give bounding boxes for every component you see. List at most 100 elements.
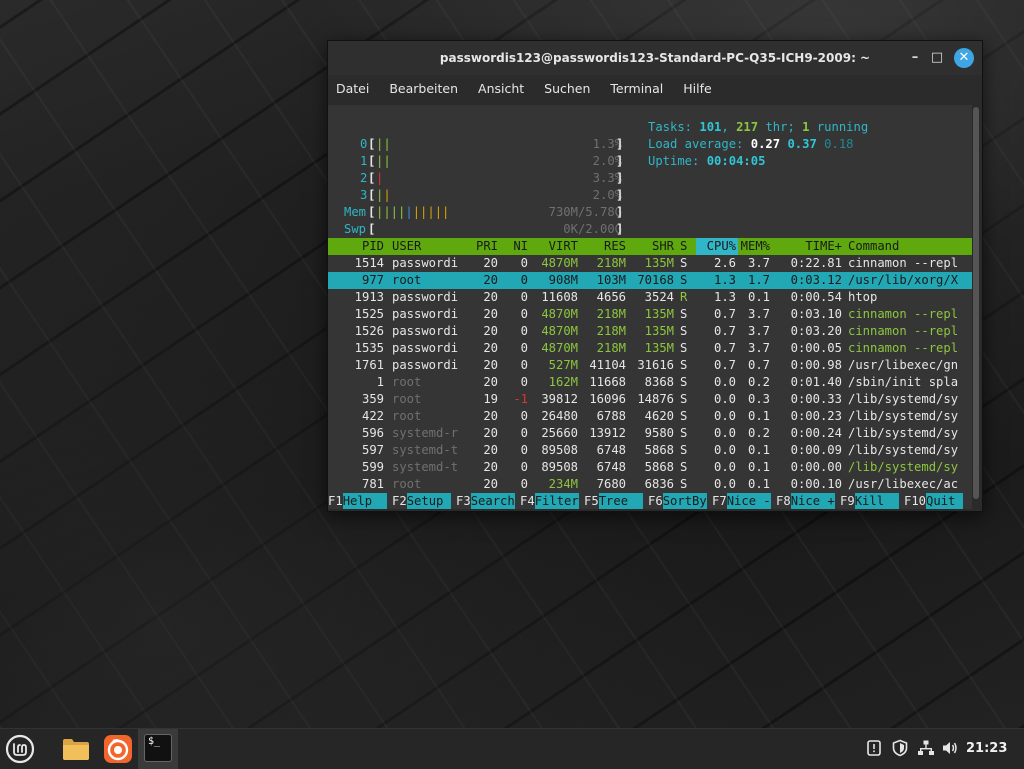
col-pri[interactable]: PRI <box>468 238 498 255</box>
terminal-window[interactable]: passwordis123@passwordis123-Standard-PC-… <box>327 40 983 512</box>
fkey-label: Search <box>470 493 515 509</box>
col-time[interactable]: TIME+ <box>770 238 842 255</box>
table-row[interactable]: 1761 passwordi 20 0 527M 41104 31616 S 0.7 0.7 0:0… <box>328 357 972 374</box>
cell-ni: 0 <box>520 358 528 372</box>
col-res[interactable]: RES <box>578 238 626 255</box>
terminal-content[interactable]: 0[|| 1.3%] 1[|| 2.0%] 2[| 3.3%] 3[|| 2.0%] M… <box>328 105 972 509</box>
cell-pri: 20 <box>483 256 498 270</box>
cell-virt: 26480 <box>541 409 578 423</box>
cell-state: S <box>680 324 688 338</box>
cell-pri: 20 <box>483 426 498 440</box>
table-row[interactable]: 1525 passwordi 20 0 4870M 218M 135M S 0.7 3.7 0:03… <box>328 306 972 323</box>
cpu-value: 1.3% <box>592 137 622 151</box>
menu-suchen[interactable]: Suchen <box>536 77 598 101</box>
cell-time: 0:00.33 <box>790 392 842 406</box>
table-row[interactable]: 597 systemd-t 20 0 89508 6748 5868 S 0.0 0.1 0:00.… <box>328 442 972 459</box>
fkey-f6[interactable]: F6SortBy <box>648 493 707 509</box>
menu-hilfe[interactable]: Hilfe <box>675 77 719 101</box>
cell-command: /usr/lib/xorg/X <box>848 273 959 287</box>
clock[interactable]: 21:23 <box>966 729 1007 769</box>
mem-meter: Mem[|||||||||| 730M/5.78G] <box>344 205 624 219</box>
cell-res: 41104 <box>589 358 626 372</box>
cell-pid: 1525 <box>354 307 384 321</box>
fkey-f8[interactable]: F8Nice + <box>776 493 835 509</box>
fkey-key: F7 <box>712 494 727 508</box>
update-manager-icon[interactable] <box>864 739 884 759</box>
window-titlebar[interactable]: passwordis123@passwordis123-Standard-PC-… <box>328 41 982 75</box>
table-row[interactable]: 781 root 20 0 234M 7680 6836 S 0.0 0.1 0:00.10/usr… <box>328 476 972 493</box>
cell-pri: 20 <box>483 375 498 389</box>
col-command[interactable]: Command <box>848 238 972 255</box>
col-ni[interactable]: NI <box>504 238 528 255</box>
cell-ni: 0 <box>520 341 528 355</box>
table-row[interactable]: 422 root 20 0 26480 6788 4620 S 0.0 0.1 0:00.23/li… <box>328 408 972 425</box>
cell-cpu: 0.0 <box>713 426 736 440</box>
process-table-header[interactable]: PID USER PRI NI VIRT RES SHR S CPU% MEM%… <box>328 238 972 255</box>
cell-virt: 25660 <box>541 426 578 440</box>
fkey-f7[interactable]: F7Nice - <box>712 493 771 509</box>
cell-res: 103M <box>596 273 626 287</box>
fkey-f5[interactable]: F5Tree <box>584 493 643 509</box>
cell-command: /usr/libexec/ac <box>848 477 959 491</box>
cell-shr: 31616 <box>637 358 674 372</box>
menu-bearbeiten[interactable]: Bearbeiten <box>381 77 466 101</box>
fkey-f1[interactable]: F1Help <box>328 493 387 509</box>
cell-cpu: 0.0 <box>713 443 736 457</box>
load-5min: 0.37 <box>787 137 817 151</box>
fkey-f3[interactable]: F3Search <box>456 493 515 509</box>
col-state[interactable]: S <box>680 238 690 255</box>
firefox-launcher[interactable] <box>102 733 134 765</box>
cell-user: passwordi <box>392 290 459 304</box>
cell-res: 7680 <box>596 477 626 491</box>
col-virt[interactable]: VIRT <box>528 238 578 255</box>
folder-icon <box>63 739 89 760</box>
cell-time: 0:00.00 <box>790 460 842 474</box>
cell-pid: 597 <box>361 443 384 457</box>
cell-ni: 0 <box>520 443 528 457</box>
cell-virt: 89508 <box>541 460 578 474</box>
cell-res: 6788 <box>596 409 626 423</box>
menu-terminal[interactable]: Terminal <box>602 77 671 101</box>
table-row[interactable]: 599 systemd-t 20 0 89508 6748 5868 S 0.0 0.1 0:00.… <box>328 459 972 476</box>
cell-ni: 0 <box>520 375 528 389</box>
files-launcher[interactable] <box>60 733 92 765</box>
table-row[interactable]: 1913 passwordi 20 0 11608 4656 3524 R 1.3 0.1 0:00… <box>328 289 972 306</box>
table-row[interactable]: 596 systemd-r 20 0 25660 13912 9580 S 0.0 0.2 0:00… <box>328 425 972 442</box>
cell-pid: 1 <box>376 375 384 389</box>
table-row[interactable]: 1 root 20 0 162M 11668 8368 S 0.0 0.2 0:01.40/sbin… <box>328 374 972 391</box>
fkey-f4[interactable]: F4Filter <box>520 493 579 509</box>
fkey-f10[interactable]: F10Quit <box>904 493 963 509</box>
col-cpu[interactable]: CPU% <box>696 238 736 255</box>
security-shield-icon[interactable] <box>890 739 910 759</box>
cell-user: systemd-t <box>392 460 459 474</box>
fkey-f9[interactable]: F9Kill <box>840 493 899 509</box>
minimize-button[interactable]: – <box>906 49 924 67</box>
volume-icon[interactable] <box>940 739 960 759</box>
menu-datei[interactable]: Datei <box>328 77 377 101</box>
table-row[interactable]: 1514 passwordi 20 0 4870M 218M 135M S 2.6 3.7 0:22… <box>328 255 972 272</box>
col-mem[interactable]: MEM% <box>736 238 770 255</box>
scrollbar-thumb[interactable] <box>973 107 979 499</box>
terminal-scrollbar[interactable] <box>972 105 980 509</box>
col-shr[interactable]: SHR <box>626 238 674 255</box>
maximize-button[interactable]: □ <box>928 49 946 67</box>
menu-ansicht[interactable]: Ansicht <box>470 77 532 101</box>
cell-shr: 8368 <box>644 375 674 389</box>
table-row[interactable]: 977 root 20 0 908M 103M 70168 S 1.3 1.7 0:03.12/us… <box>328 272 972 289</box>
fkey-f2[interactable]: F2Setup <box>392 493 451 509</box>
table-row[interactable]: 1535 passwordi 20 0 4870M 218M 135M S 0.7 3.7 0:00… <box>328 340 972 357</box>
shield-alert-icon <box>867 740 881 756</box>
close-button[interactable]: ✕ <box>954 48 974 68</box>
cell-ni: 0 <box>520 324 528 338</box>
col-user[interactable]: USER <box>392 238 468 255</box>
table-row[interactable]: 359 root 19 -1 39812 16096 14876 S 0.0 0.3 0:00.33… <box>328 391 972 408</box>
table-row[interactable]: 1526 passwordi 20 0 4870M 218M 135M S 0.7 3.7 0:03… <box>328 323 972 340</box>
terminal-launcher-active[interactable]: $_ <box>138 729 178 769</box>
taskbar: $_ 21:23 <box>0 728 1024 769</box>
cell-user: passwordi <box>392 358 459 372</box>
firefox-icon <box>104 735 132 763</box>
network-icon[interactable] <box>916 739 936 759</box>
col-pid[interactable]: PID <box>328 238 384 255</box>
mint-menu-button[interactable] <box>4 733 36 765</box>
fkey-key: F9 <box>840 494 855 508</box>
